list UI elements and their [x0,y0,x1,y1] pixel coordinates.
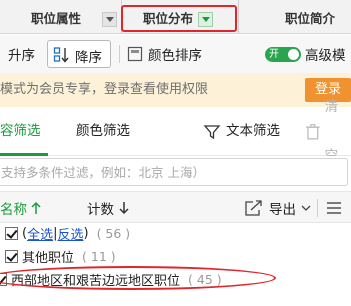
name-column-label: 名称 [0,202,27,218]
export-label: 导出 [269,202,296,218]
advanced-mode-label-wrap: 高级模 [305,35,346,73]
column-header-label: 职位属性 [31,10,82,26]
close-paren: ) [83,225,89,241]
sort-ascending-label: 升序 [8,48,35,64]
column-header-label: 职位简介 [285,10,336,26]
invert-selection-link[interactable]: 反选 [57,224,83,243]
chevron-down-icon [301,205,311,211]
item-count: ( 11 ) [82,248,116,264]
more-options-button[interactable] [326,192,342,224]
item-label: 其他职位 [22,250,75,266]
tab-color-filter[interactable]: 颜色筛选 [76,107,130,156]
list-header: 名称 计数 导出 [0,191,351,223]
column-header-position-intro[interactable]: 职位简介 [285,0,335,34]
arrow-up-icon [31,201,41,214]
filter-tabs: 容筛选 颜色筛选 文本筛选 清空 [0,99,351,164]
sort-ascending-button[interactable]: 升序 [8,35,35,73]
sort-toolbar: 升序 降序 颜色排序 开 高级模 [0,35,351,73]
item-count: ( 56 ) [96,225,131,241]
filter-dropdown-button-attribute[interactable] [102,12,117,27]
member-banner-text: 模式为会员专享，登录查看使用权限 [0,82,209,97]
sort-by-count-button[interactable]: 计数 [87,192,130,224]
column-header-row: 职位属性 职位分布 职位简介 [0,0,351,34]
advanced-mode-label: 高级模 [305,48,346,64]
filter-search-input[interactable] [0,158,348,186]
list-item-select-all: ( 全选 | 反选 ) ( 56 ) [0,222,351,244]
text-filter-button[interactable]: 文本筛选 [203,107,280,156]
color-sort-label: 颜色排序 [148,48,202,64]
toolbar-divider [317,199,318,217]
color-palette-icon [127,46,143,62]
funnel-icon [203,124,221,139]
column-header-position-attribute[interactable]: 职位属性 [31,0,81,34]
column-divider [238,0,239,34]
sort-descending-icon [53,47,69,63]
toggle-knob [288,49,299,60]
advanced-mode-toggle[interactable]: 开 [265,47,301,62]
color-sort-button[interactable]: 颜色排序 [127,35,202,73]
search-area [0,156,351,190]
arrow-down-icon [119,202,129,215]
menu-icon [327,202,341,214]
highlight-annotation-box [121,5,237,32]
triangle-down-icon [106,17,114,22]
sort-by-name-button[interactable]: 名称 [0,192,42,224]
count-column-label: 计数 [87,202,114,218]
highlight-annotation-oval [0,266,276,290]
text-filter-label: 文本筛选 [226,123,280,139]
clear-filter-button[interactable]: 清空 [305,99,351,164]
member-banner: 模式为会员专享，登录查看使用权限 登录 [0,73,351,107]
select-all-checkbox[interactable] [5,226,18,240]
sort-descending-button[interactable]: 降序 [47,40,111,68]
item-checkbox[interactable] [5,249,18,263]
toggle-state-label: 开 [269,49,279,60]
export-button[interactable]: 导出 [244,192,311,224]
list-item[interactable]: 其他职位 ( 11 ) [0,245,351,267]
export-icon [245,200,262,216]
tab-label: 容筛选 [0,123,41,139]
select-all-link[interactable]: 全选 [27,224,53,243]
sort-descending-label: 降序 [75,50,102,66]
toolbar-divider [119,45,120,63]
trash-icon [305,123,320,139]
tab-label: 颜色筛选 [76,123,130,139]
tab-content-filter[interactable]: 容筛选 [0,107,41,156]
